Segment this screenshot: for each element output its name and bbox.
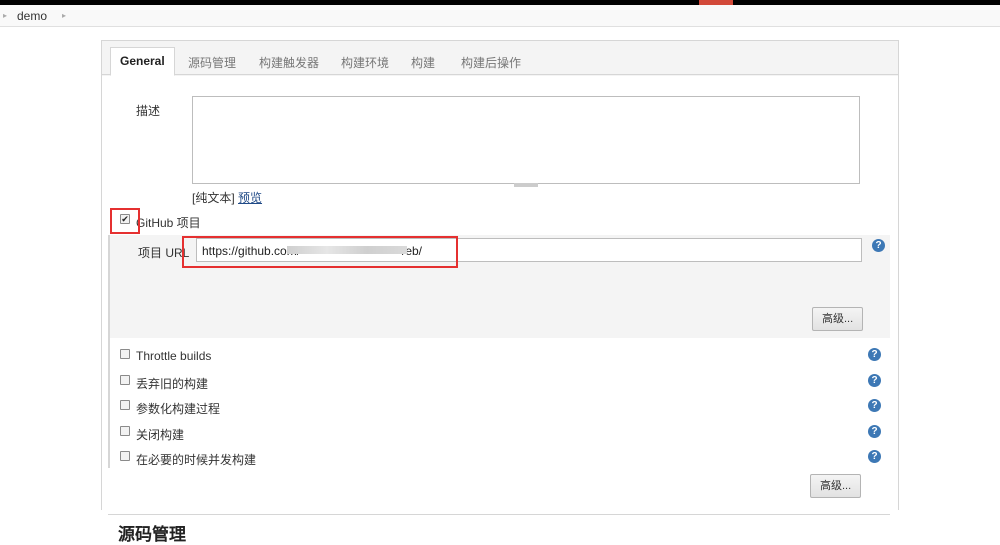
discard-old-builds-checkbox[interactable] bbox=[120, 375, 130, 385]
description-textarea[interactable] bbox=[192, 96, 860, 184]
section-left-border bbox=[108, 338, 110, 468]
discard-old-builds-label: 丢弃旧的构建 bbox=[136, 377, 209, 391]
plain-text-label: [纯文本] bbox=[192, 191, 235, 205]
parameterized-build-checkbox[interactable] bbox=[120, 400, 130, 410]
section-divider bbox=[108, 514, 890, 515]
help-icon[interactable]: ? bbox=[872, 239, 885, 252]
tab-source-management[interactable]: 源码管理 bbox=[188, 54, 236, 71]
tab-build-environment[interactable]: 构建环境 bbox=[341, 54, 389, 71]
tab-build[interactable]: 构建 bbox=[411, 54, 435, 71]
tab-content: 描述 [纯文本] 预览 ✔ GitHub 项目 项目 URL https://g… bbox=[102, 76, 898, 544]
highlight-box-url bbox=[182, 236, 458, 268]
tab-post-build-actions[interactable]: 构建后操作 bbox=[461, 54, 521, 71]
disable-build-label: 关闭构建 bbox=[136, 428, 185, 442]
config-panel: General 源码管理 构建触发器 构建环境 构建 构建后操作 描述 [纯文本… bbox=[101, 40, 899, 544]
breadcrumb: ▸ demo ▸ bbox=[0, 5, 1000, 27]
help-icon[interactable]: ? bbox=[868, 425, 881, 438]
tab-build-triggers[interactable]: 构建触发器 bbox=[259, 54, 319, 71]
breadcrumb-item-demo[interactable]: demo bbox=[17, 9, 47, 23]
description-label: 描述 bbox=[136, 104, 161, 118]
chevron-right-icon: ▸ bbox=[3, 11, 8, 20]
help-icon[interactable]: ? bbox=[868, 348, 881, 361]
concurrent-build-label: 在必要的时候并发构建 bbox=[136, 453, 257, 467]
help-icon[interactable]: ? bbox=[868, 374, 881, 387]
description-format: [纯文本] 预览 bbox=[192, 189, 262, 206]
tab-bar: General 源码管理 构建触发器 构建环境 构建 构建后操作 bbox=[102, 41, 898, 76]
throttle-builds-checkbox[interactable] bbox=[120, 349, 130, 359]
preview-link[interactable]: 预览 bbox=[238, 191, 262, 205]
help-icon[interactable]: ? bbox=[868, 399, 881, 412]
parameterized-build-label: 参数化构建过程 bbox=[136, 402, 221, 416]
tab-general[interactable]: General bbox=[110, 47, 175, 76]
disable-build-checkbox[interactable] bbox=[120, 426, 130, 436]
source-management-heading: 源码管理 bbox=[118, 525, 186, 544]
highlight-box-checkbox bbox=[110, 208, 140, 234]
throttle-builds-label: Throttle builds bbox=[136, 349, 212, 363]
advanced-button[interactable]: 高级... bbox=[812, 307, 864, 331]
resize-grip-icon[interactable] bbox=[514, 183, 538, 187]
concurrent-build-checkbox[interactable] bbox=[120, 451, 130, 461]
chevron-right-icon: ▸ bbox=[62, 11, 67, 20]
github-project-label: GitHub 项目 bbox=[136, 216, 201, 230]
advanced-button-2[interactable]: 高级... bbox=[810, 474, 862, 498]
help-icon[interactable]: ? bbox=[868, 450, 881, 463]
